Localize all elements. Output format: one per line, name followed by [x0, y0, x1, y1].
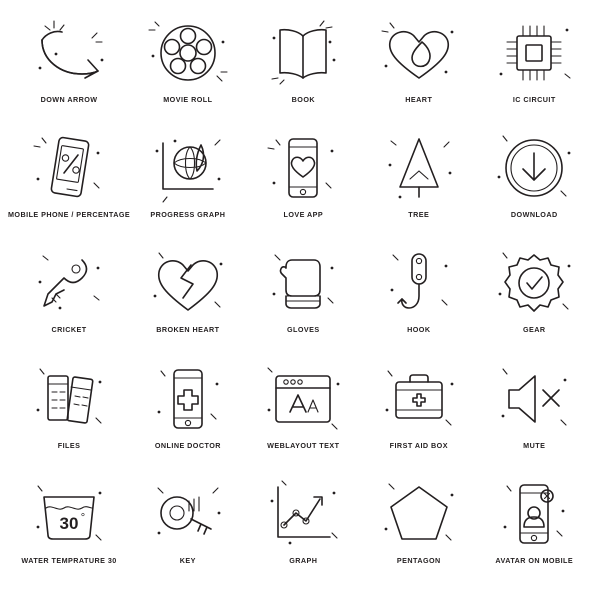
icon-cell-broken-heart: Broken Heart — [130, 244, 245, 359]
icon-label: Tree — [408, 210, 430, 220]
first-aid-box-icon — [369, 360, 469, 438]
graph-icon — [253, 475, 353, 553]
mute-icon — [484, 360, 584, 438]
icon-label: Movie Roll — [163, 95, 213, 104]
icon-cell-mute: Mute — [477, 360, 592, 475]
icon-cell-pentagon: Pentagon — [361, 475, 476, 590]
icon-label: Pentagon — [396, 555, 441, 565]
icon-cell-love-app: Love App — [246, 129, 361, 244]
icon-label: Mute — [523, 440, 546, 450]
icon-cell-down-arrow: Down Arrow — [8, 14, 130, 129]
icon-label: Files — [57, 440, 81, 450]
files-icon — [19, 360, 119, 438]
water-temperature-30-icon: 30 ° — [19, 475, 119, 553]
icon-cell-avatar-on-mobile: Avatar on Mobile — [477, 475, 592, 590]
icon-label: Down Arrow — [40, 95, 98, 104]
icon-cell-download: Download — [477, 129, 592, 244]
avatar-on-mobile-icon — [484, 475, 584, 553]
icon-cell-progress-graph: Progress Graph — [130, 129, 245, 244]
download-icon — [484, 129, 584, 207]
book-icon — [253, 14, 353, 92]
icon-cell-water-temperature-30: 30 ° Water Temprature 30 — [8, 475, 130, 590]
icon-label: Key — [179, 555, 196, 565]
weblayout-text-icon — [253, 360, 353, 438]
icon-cell-gear: Gear — [477, 244, 592, 359]
mobile-phone-percentage-icon — [19, 129, 119, 207]
ic-circuit-icon — [484, 14, 584, 92]
icon-cell-book: Book — [246, 14, 361, 129]
tree-icon — [369, 129, 469, 207]
progress-graph-icon — [138, 129, 238, 207]
cricket-icon — [19, 244, 119, 322]
icon-label: Gloves — [287, 325, 320, 335]
icon-label: Heart — [405, 95, 433, 104]
heart-icon — [369, 14, 469, 92]
icon-cell-cricket: Cricket — [8, 244, 130, 359]
icon-label: Download — [510, 210, 558, 220]
icon-label: Hook — [407, 325, 431, 335]
icon-cell-heart: Heart — [361, 14, 476, 129]
icon-cell-movie-roll: Movie Roll — [130, 14, 245, 129]
icon-cell-graph: Graph — [246, 475, 361, 590]
broken-heart-icon — [138, 244, 238, 322]
icon-cell-first-aid-box: First Aid Box — [361, 360, 476, 475]
icon-label: First Aid Box — [389, 440, 448, 450]
icon-label: Cricket — [51, 325, 87, 335]
gear-icon — [484, 244, 584, 322]
icon-cell-hook: Hook — [361, 244, 476, 359]
icon-cell-ic-circuit: IC Circuit — [477, 14, 592, 129]
water-temperature-degree: ° — [81, 512, 85, 524]
hook-icon — [369, 244, 469, 322]
icon-set-grid: Down Arrow Movie Roll — [0, 0, 600, 600]
icon-cell-key: Key — [130, 475, 245, 590]
icon-label: Broken Heart — [156, 325, 220, 335]
icon-cell-gloves: Gloves — [246, 244, 361, 359]
icon-cell-tree: Tree — [361, 129, 476, 244]
icon-label: Love App — [283, 210, 324, 220]
movie-roll-icon — [138, 14, 238, 92]
water-temperature-value: 30 — [60, 514, 79, 533]
icon-label: Book — [291, 95, 316, 104]
icon-label: Gear — [522, 325, 546, 335]
icon-label: Progress Graph — [150, 210, 226, 220]
icon-label: Mobile Phone / Percentage — [8, 210, 131, 220]
pentagon-icon — [369, 475, 469, 553]
icon-cell-mobile-phone-percentage: Mobile Phone / Percentage — [8, 129, 130, 244]
icon-cell-files: Files — [8, 360, 130, 475]
icon-label: Water Temprature 30 — [21, 555, 117, 565]
icon-label: Online Doctor — [154, 440, 221, 450]
icon-label: Graph — [289, 555, 318, 565]
key-icon — [138, 475, 238, 553]
online-doctor-icon — [138, 360, 238, 438]
gloves-icon — [253, 244, 353, 322]
icon-cell-weblayout-text: Weblayout Text — [246, 360, 361, 475]
icon-label: Avatar on Mobile — [495, 555, 574, 565]
icon-cell-online-doctor: Online Doctor — [130, 360, 245, 475]
icon-label: IC Circuit — [512, 95, 556, 104]
icon-label: Weblayout Text — [267, 440, 340, 450]
down-arrow-icon — [19, 14, 119, 92]
love-app-icon — [253, 129, 353, 207]
